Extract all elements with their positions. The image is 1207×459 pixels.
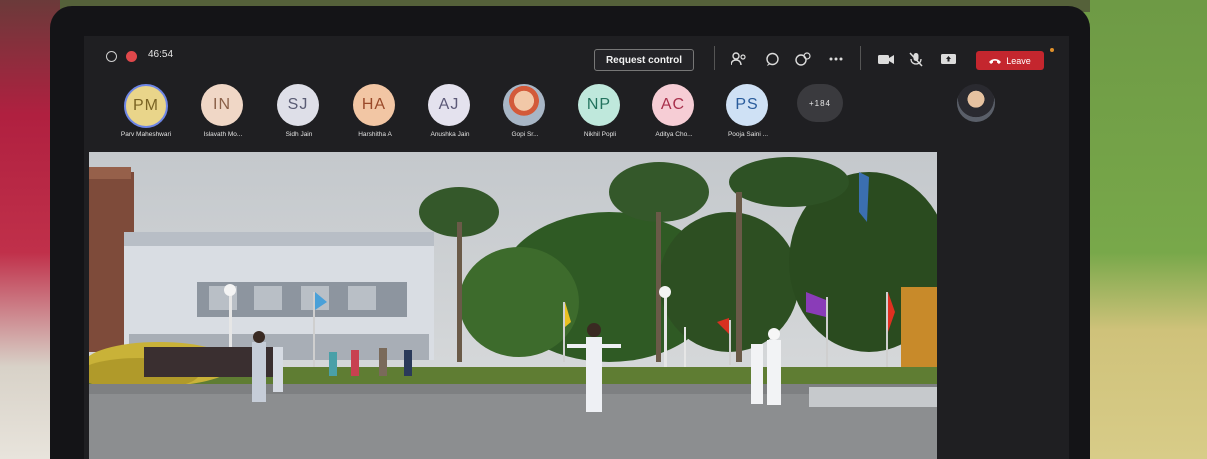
avatar: AJ (428, 84, 470, 126)
participant-name: Harshitha A (358, 131, 392, 138)
participant-tile[interactable]: AJ Anushka Jain (410, 84, 490, 150)
avatar: PM (124, 84, 168, 128)
meeting-toolbar: 46:54 Request control Leave (84, 36, 1069, 80)
toolbar-divider (860, 46, 861, 70)
participant-name: Sidh Jain (285, 131, 313, 138)
participants-icon[interactable] (729, 49, 749, 69)
participant-name: Pooja Saini ... (727, 131, 769, 138)
avatar: SJ (277, 84, 319, 126)
self-avatar-photo (957, 84, 995, 122)
participant-tile[interactable]: AC Aditya Cho... (634, 84, 714, 150)
participant-name: Gopi Sr... (511, 131, 539, 138)
participant-name: Islavath Mo... (203, 131, 243, 138)
status-circle-icon (106, 51, 117, 62)
background-wall-right (1077, 0, 1207, 459)
recording-icon (126, 51, 137, 62)
request-control-button[interactable]: Request control (594, 49, 694, 71)
meeting-window: 46:54 Request control Leave PM Parv Mahe… (84, 36, 1069, 459)
avatar: AC (652, 84, 694, 126)
participant-tile[interactable]: IN Islavath Mo... (183, 84, 263, 150)
overflow-count: +184 (797, 84, 843, 122)
participant-name: Parv Maheshwari (120, 131, 172, 138)
participant-name: Aditya Cho... (655, 131, 693, 138)
video-frame-scene (89, 152, 937, 459)
participant-name: Anushka Jain (430, 131, 470, 138)
participant-tile[interactable]: NP Nikhil Popli (560, 84, 640, 150)
more-participants[interactable]: +184 (781, 84, 861, 150)
reactions-icon[interactable] (793, 49, 813, 69)
phone-icon (989, 56, 1002, 66)
participant-tile[interactable]: HA Harshitha A (335, 84, 415, 150)
participant-tile[interactable]: PS Pooja Saini ... (708, 84, 788, 150)
avatar: HA (353, 84, 395, 126)
share-screen-icon[interactable] (938, 49, 958, 69)
avatar: NP (578, 84, 620, 126)
avatar: IN (201, 84, 243, 126)
leave-label: Leave (1006, 55, 1031, 66)
toolbar-divider (714, 46, 715, 70)
shared-video-feed (89, 152, 937, 459)
mic-off-icon[interactable] (906, 49, 926, 69)
participant-tile[interactable]: SJ Sidh Jain (259, 84, 339, 150)
self-view-tile[interactable] (939, 84, 1019, 150)
camera-icon[interactable] (876, 49, 896, 69)
participant-tile[interactable]: PM Parv Maheshwari (106, 84, 186, 150)
participant-strip: PM Parv Maheshwari IN Islavath Mo... SJ … (84, 80, 1069, 152)
more-icon[interactable] (826, 49, 846, 69)
notification-dot (1050, 48, 1054, 52)
avatar: PS (726, 84, 768, 126)
participant-name: Nikhil Popli (583, 131, 617, 138)
participant-tile[interactable]: Gopi Sr... (485, 84, 565, 150)
meeting-timer: 46:54 (148, 49, 174, 60)
leave-button[interactable]: Leave (976, 51, 1044, 70)
chat-icon[interactable] (762, 49, 782, 69)
avatar-photo (503, 84, 545, 126)
